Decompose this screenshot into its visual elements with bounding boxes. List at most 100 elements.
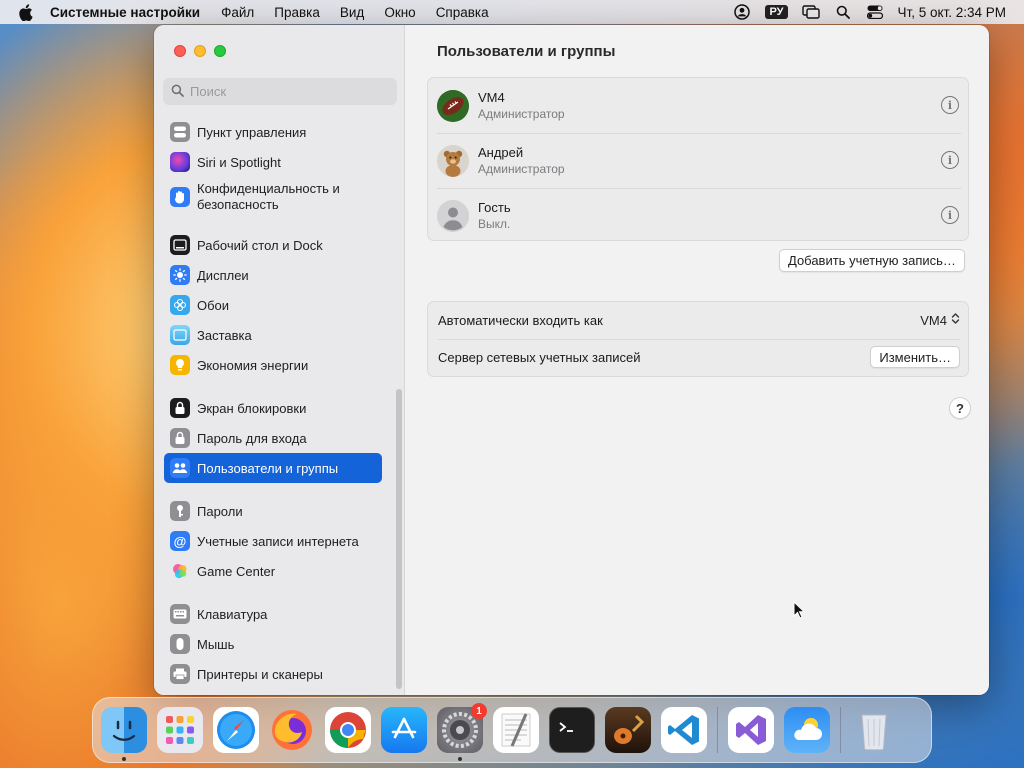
sidebar-item-privacy[interactable]: Конфиденциальность и безопасность — [164, 177, 382, 217]
menu-bar: Системные настройки Файл Правка Вид Окно… — [0, 0, 1024, 24]
control-center-icon — [170, 122, 190, 142]
keyboard-icon — [170, 604, 190, 624]
user-role: Администратор — [478, 162, 565, 176]
users-list: VM4 Администратор i Андрей Администратор… — [427, 77, 969, 241]
dock-separator — [717, 707, 718, 753]
weather-icon[interactable] — [784, 707, 830, 753]
info-icon[interactable]: i — [941, 96, 959, 114]
chrome-icon[interactable] — [325, 707, 371, 753]
sidebar-item-label: Пароли — [197, 503, 243, 519]
textedit-icon[interactable] — [493, 707, 539, 753]
mouse-icon — [170, 634, 190, 654]
zoom-window-button[interactable] — [214, 45, 226, 57]
apple-menu-icon[interactable] — [18, 3, 36, 21]
user-row-guest[interactable]: Гость Выкл. i — [437, 188, 961, 243]
passwords-icon — [170, 501, 190, 521]
menu-file[interactable]: Файл — [221, 5, 254, 20]
help-button[interactable]: ? — [949, 397, 971, 419]
sidebar-item-label: Пункт управления — [197, 124, 307, 140]
sidebar-item-internet-accounts[interactable]: @ Учетные записи интернета — [164, 526, 382, 556]
app-store-icon[interactable] — [381, 707, 427, 753]
sidebar-item-printers[interactable]: Принтеры и сканеры — [164, 659, 382, 689]
sidebar-item-control-center[interactable]: Пункт управления — [164, 117, 382, 147]
visual-studio-icon[interactable] — [728, 707, 774, 753]
auto-login-select[interactable]: VM4 — [920, 312, 960, 328]
sidebar-item-label: Принтеры и сканеры — [197, 666, 323, 682]
login-password-icon — [170, 428, 190, 448]
clock[interactable]: Чт, 5 окт. 2:34 PM — [898, 5, 1006, 20]
sidebar-item-users-groups[interactable]: Пользователи и группы — [164, 453, 382, 483]
sidebar-item-mouse[interactable]: Мышь — [164, 629, 382, 659]
menu-help[interactable]: Справка — [436, 5, 489, 20]
menu-window[interactable]: Окно — [384, 5, 415, 20]
printers-icon — [170, 664, 190, 684]
firefox-icon[interactable] — [269, 707, 315, 753]
sidebar-item-desktop-dock[interactable]: Рабочий стол и Dock — [164, 230, 382, 260]
sidebar-item-displays[interactable]: Дисплеи — [164, 260, 382, 290]
terminal-icon[interactable] — [549, 707, 595, 753]
sidebar-item-siri[interactable]: Siri и Spotlight — [164, 147, 382, 177]
menu-view[interactable]: Вид — [340, 5, 364, 20]
sidebar-item-label: Дисплеи — [197, 267, 249, 283]
garageband-icon[interactable] — [605, 707, 651, 753]
info-icon[interactable]: i — [941, 151, 959, 169]
minimize-window-button[interactable] — [194, 45, 206, 57]
sidebar-item-label: Клавиатура — [197, 606, 268, 622]
change-network-server-button[interactable]: Изменить… — [870, 346, 960, 368]
network-server-label: Сервер сетевых учетных записей — [438, 349, 641, 365]
dock: 1 — [92, 697, 932, 763]
input-source-badge[interactable]: РУ — [765, 5, 788, 19]
info-icon[interactable]: i — [941, 206, 959, 224]
sidebar-list: Пункт управления Siri и Spotlight Конфид… — [164, 117, 382, 689]
sidebar-item-screensaver[interactable]: Заставка — [164, 320, 382, 350]
sidebar-scrollbar[interactable] — [396, 389, 402, 689]
user-account-icon[interactable] — [733, 3, 751, 21]
sidebar-item-label: Game Center — [197, 563, 276, 579]
spotlight-search-icon[interactable] — [834, 3, 852, 21]
sidebar-item-label: Мышь — [197, 636, 235, 652]
sidebar-item-game-center[interactable]: Game Center — [164, 556, 382, 586]
sidebar-item-lock-screen[interactable]: Экран блокировки — [164, 393, 382, 423]
close-window-button[interactable] — [174, 45, 186, 57]
page-title: Пользователи и группы — [437, 43, 616, 60]
user-name: VM4 — [478, 90, 505, 105]
sidebar-item-energy[interactable]: Экономия энергии — [164, 350, 382, 380]
sidebar-item-passwords[interactable]: Пароли — [164, 496, 382, 526]
user-row-andrey[interactable]: Андрей Администратор i — [437, 133, 961, 188]
system-settings-window: Пункт управления Siri и Spotlight Конфид… — [154, 25, 989, 695]
window-controls — [174, 45, 226, 57]
wallpaper-icon — [170, 295, 190, 315]
search-input[interactable] — [190, 84, 390, 99]
sidebar-search[interactable] — [163, 78, 397, 105]
vscode-icon[interactable] — [661, 707, 707, 753]
auto-login-value: VM4 — [920, 312, 947, 328]
finder-icon[interactable] — [101, 707, 147, 761]
user-row-vm4[interactable]: VM4 Администратор i — [437, 78, 961, 133]
safari-icon[interactable] — [213, 707, 259, 753]
system-settings-icon[interactable]: 1 — [437, 703, 487, 761]
screen-mirroring-icon[interactable] — [801, 3, 820, 21]
sidebar-item-label: Siri и Spotlight — [197, 154, 281, 170]
launchpad-icon[interactable] — [157, 707, 203, 753]
add-account-button[interactable]: Добавить учетную запись… — [779, 249, 965, 272]
search-icon — [171, 84, 184, 100]
trash-icon[interactable] — [851, 707, 897, 753]
guest-avatar-icon — [437, 199, 469, 232]
sidebar-item-login-password[interactable]: Пароль для входа — [164, 423, 382, 453]
sidebar-item-label: Заставка — [197, 327, 252, 343]
menu-app-name[interactable]: Системные настройки — [50, 5, 200, 20]
sidebar-item-label: Обои — [197, 297, 230, 313]
menu-edit[interactable]: Правка — [274, 5, 320, 20]
users-groups-icon — [170, 458, 190, 478]
running-indicator — [122, 757, 126, 761]
lock-screen-icon — [170, 398, 190, 418]
main-content: Пользователи и группы VM4 Администратор … — [406, 25, 989, 695]
control-center-toggle-icon[interactable] — [866, 3, 884, 21]
mouse-cursor-icon — [793, 600, 806, 622]
game-center-icon — [170, 561, 190, 581]
sidebar-item-label: Конфиденциальность и безопасность — [197, 181, 340, 212]
dock-separator — [840, 707, 841, 753]
sidebar-item-wallpaper[interactable]: Обои — [164, 290, 382, 320]
sidebar-item-keyboard[interactable]: Клавиатура — [164, 599, 382, 629]
sidebar-item-label: Экономия энергии — [197, 357, 309, 373]
